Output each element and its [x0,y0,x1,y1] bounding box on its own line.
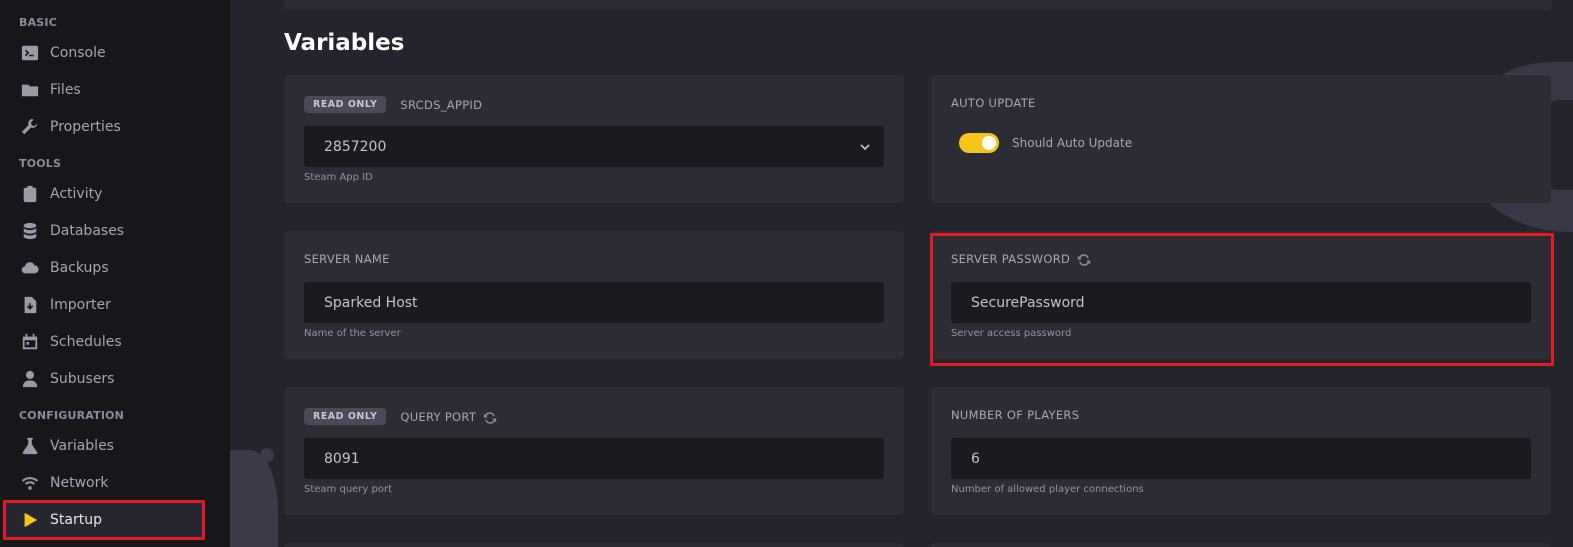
server-name-input[interactable]: Sparked Host [304,282,884,323]
wifi-icon [20,473,40,493]
sidebar-item-label: Files [50,81,81,98]
sidebar-item-databases[interactable]: Databases [4,212,204,249]
query-port-value: 8091 [324,450,360,467]
sidebar-item-label: Backups [50,259,109,276]
variable-card-query-port: READ ONLY QUERY PORT 8091 Steam query po… [284,387,904,515]
variable-label: SERVER NAME [304,252,390,266]
folder-icon [20,80,40,100]
variable-label: SERVER PASSWORD [951,252,1071,266]
next-card-edge [931,543,1551,547]
server-password-value: SecurePassword [971,294,1085,311]
appid-value: 2857200 [324,138,387,155]
refresh-icon [483,410,497,424]
database-icon [20,221,40,241]
sidebar-item-schedules[interactable]: Schedules [4,323,204,360]
user-icon [20,369,40,389]
sidebar-item-label: Variables [50,437,114,454]
sidebar-item-startup[interactable]: Startup [4,501,204,538]
sidebar-item-label: Importer [50,296,111,313]
section-configuration: CONFIGURATION [19,409,125,422]
next-card-edge [284,543,904,547]
server-name-value: Sparked Host [324,294,418,311]
server-password-input[interactable]: SecurePassword [951,282,1531,323]
sidebar-item-label: Subusers [50,370,115,387]
sidebar-item-network[interactable]: Network [4,464,204,501]
section-tools: TOOLS [19,157,62,170]
sidebar-item-activity[interactable]: Activity [4,175,204,212]
calendar-icon [20,332,40,352]
read-only-badge: READ ONLY [304,96,387,113]
sidebar-item-backups[interactable]: Backups [4,249,204,286]
sidebar-item-label: Network [50,474,109,491]
variable-card-players: NUMBER OF PLAYERS 6 Number of allowed pl… [931,387,1551,515]
sidebar-item-properties[interactable]: Properties [4,108,204,145]
players-value: 6 [971,450,980,467]
variable-label: SRCDS_APPID [400,97,483,112]
sidebar-item-label: Schedules [50,333,122,350]
variable-label: NUMBER OF PLAYERS [951,408,1080,422]
sidebar-item-label: Databases [50,222,125,239]
background-decoration [230,450,278,547]
chevron-down-icon [860,140,870,151]
play-icon [20,510,40,530]
variable-hint: Steam query port [304,484,393,495]
sidebar-item-label: Activity [50,185,103,202]
query-port-input[interactable]: 8091 [304,438,884,479]
players-input[interactable]: 6 [951,438,1531,479]
sidebar-item-importer[interactable]: Importer [4,286,204,323]
variable-hint: Name of the server [304,328,401,339]
flask-icon [20,436,40,456]
toggle-knob [982,136,996,150]
sidebar-item-subusers[interactable]: Subusers [4,360,204,397]
variable-label: AUTO UPDATE [951,96,1036,110]
appid-select[interactable]: 2857200 [304,126,884,167]
sidebar-item-label: Startup [50,511,102,528]
variable-hint: Steam App ID [304,172,373,183]
page-title: Variables [284,30,405,56]
variable-hint: Server access password [951,328,1072,339]
sidebar-item-console[interactable]: Console [4,34,204,71]
sidebar: BASIC Console Files Properties TOOLS Act… [0,0,230,547]
variable-card-auto-update: AUTO UPDATE Should Auto Update [931,75,1551,203]
background-decoration [260,448,274,462]
toggle-label: Should Auto Update [1012,136,1133,150]
sidebar-item-label: Console [50,44,106,61]
previous-card-edge [284,0,1552,10]
refresh-icon [1077,252,1091,266]
read-only-badge: READ ONLY [304,408,387,425]
variable-card-server-password: SERVER PASSWORD SecurePassword Server ac… [931,231,1551,359]
section-basic: BASIC [19,16,57,29]
auto-update-toggle[interactable] [959,133,999,153]
variable-card-server-name: SERVER NAME Sparked Host Name of the ser… [284,231,904,359]
sidebar-item-label: Properties [50,118,121,135]
wrench-icon [20,117,40,137]
sidebar-item-variables[interactable]: Variables [4,427,204,464]
terminal-icon [20,43,40,63]
variable-card-appid: READ ONLY SRCDS_APPID 2857200 Steam App … [284,75,904,203]
main-content: Variables READ ONLY SRCDS_APPID 2857200 … [230,0,1573,547]
variable-label: QUERY PORT [400,409,477,424]
variable-hint: Number of allowed player connections [951,484,1144,495]
file-import-icon [20,295,40,315]
cloud-icon [20,258,40,278]
sidebar-item-files[interactable]: Files [4,71,204,108]
clipboard-icon [20,184,40,204]
